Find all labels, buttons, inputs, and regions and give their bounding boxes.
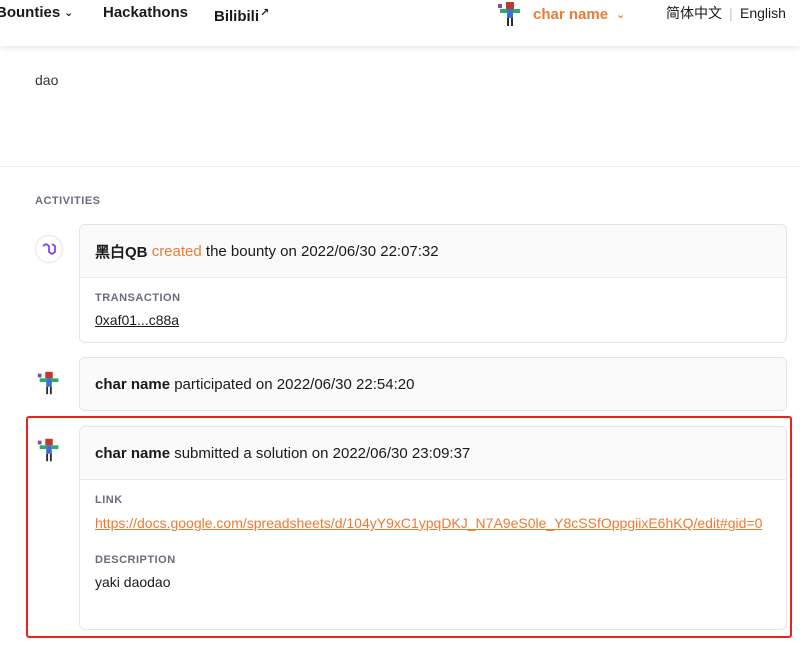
solution-description: yaki daodao <box>95 574 171 590</box>
lang-en-link[interactable]: English <box>740 0 786 26</box>
activity-icon <box>35 235 63 263</box>
avatar <box>35 436 63 464</box>
chevron-down-icon: ⌄ <box>616 8 626 21</box>
divider <box>0 166 800 167</box>
chevron-down-icon: ⌄ <box>64 7 74 19</box>
nav-bounties-label: Bounties <box>0 4 61 21</box>
activity-text: the bounty on 2022/06/30 22:07:32 <box>205 242 439 260</box>
avatar <box>35 369 63 397</box>
activity-actor: char name <box>95 375 171 393</box>
link-label: LINK <box>95 494 123 506</box>
top-navigation: Bounties ⌄ Hackathons Bilibili↗ char name… <box>0 0 800 46</box>
activity-header: 黑白QB created the bounty on 2022/06/30 22… <box>80 225 786 277</box>
activity-icon <box>35 369 63 397</box>
lang-separator: | <box>729 5 733 21</box>
activity-text: participated on 2022/06/30 22:54:20 <box>174 375 415 393</box>
activities-title: ACTIVITIES <box>35 195 101 207</box>
activity-header: char name participated on 2022/06/30 22:… <box>80 358 786 410</box>
bounty-description: dao <box>35 72 59 88</box>
nav-hackathons[interactable]: Hackathons <box>103 0 188 26</box>
user-menu[interactable]: char name ⌄ <box>495 0 626 29</box>
nav-bounties[interactable]: Bounties ⌄ <box>0 0 73 26</box>
solution-link[interactable]: https://docs.google.com/spreadsheets/d/1… <box>95 514 775 532</box>
activity-icon <box>35 436 63 464</box>
activity-actor: 黑白QB <box>95 243 148 261</box>
activity-body: TRANSACTION 0xaf01...c88a <box>80 277 786 330</box>
description-label: DESCRIPTION <box>95 554 176 566</box>
activity-actor: char name <box>95 444 171 462</box>
activity-text: submitted a solution on 2022/06/30 23:09… <box>174 444 471 462</box>
nav-bilibili[interactable]: Bilibili↗ <box>214 0 269 26</box>
activity-card-created: 黑白QB created the bounty on 2022/06/30 22… <box>79 224 787 343</box>
transaction-label: TRANSACTION <box>95 292 181 304</box>
nav-bilibili-label: Bilibili <box>214 8 259 25</box>
polygon-icon <box>35 235 63 263</box>
activity-header: char name submitted a solution on 2022/0… <box>80 427 786 479</box>
activity-card-submitted: char name submitted a solution on 2022/0… <box>79 426 787 630</box>
external-link-icon: ↗ <box>260 7 270 19</box>
activity-card-participated: char name participated on 2022/06/30 22:… <box>79 357 787 411</box>
activity-body: LINK https://docs.google.com/spreadsheet… <box>80 479 786 590</box>
lang-zh-link[interactable]: 简体中文 <box>666 0 722 26</box>
transaction-link[interactable]: 0xaf01...c88a <box>95 312 179 328</box>
activity-verb: created <box>151 242 202 260</box>
user-name: char name <box>533 5 609 23</box>
avatar <box>495 0 525 29</box>
